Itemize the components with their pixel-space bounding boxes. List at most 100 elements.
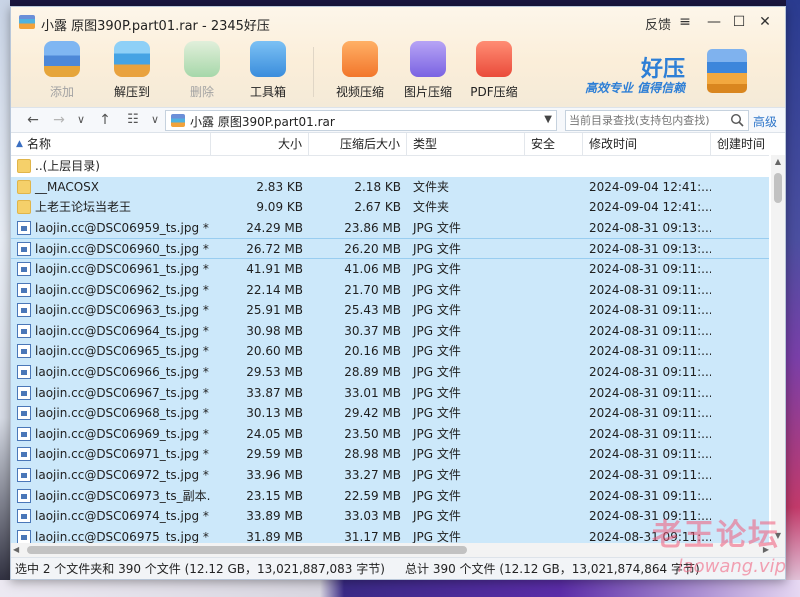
column-modified[interactable]: 修改时间 — [583, 133, 711, 156]
file-modified-time: 2024-08-31 09:13:... — [589, 220, 711, 235]
file-rows: ..(上层目录) __MACOSX 2.83 KB 2.18 KB 文件夹 2024-09… — [11, 156, 769, 557]
file-row[interactable]: laojin.cc@DSC06960_ts.jpg * 26.72 MB 26.20… — [11, 238, 769, 259]
file-size: 25.91 MB — [246, 303, 303, 318]
file-modified-time: 2024-09-04 12:41:... — [589, 179, 711, 194]
file-compressed-size: 2.18 KB — [354, 179, 401, 194]
search-input[interactable] — [569, 112, 729, 129]
total-status: 总计 390 个文件 (12.12 GB，13,021,874,864 字节) — [405, 562, 700, 576]
file-compressed-size: 30.37 MB — [344, 323, 401, 338]
file-size: 24.29 MB — [246, 220, 303, 235]
feedback-link[interactable]: 反馈 — [645, 14, 671, 33]
file-row[interactable]: laojin.cc@DSC06972_ts.jpg * 33.96 MB 33.27… — [11, 464, 769, 486]
file-row[interactable]: laojin.cc@DSC06965_ts.jpg * 20.60 MB 20.16… — [11, 341, 769, 362]
vertical-scroll-thumb[interactable] — [774, 173, 782, 203]
extract-button[interactable]: 解压到 — [101, 39, 163, 105]
vertical-scrollbar[interactable]: ▲ ▼ — [771, 155, 785, 557]
view-mode-icon[interactable]: ☷ — [123, 110, 143, 130]
maximize-icon[interactable]: ☐ — [729, 12, 749, 32]
file-row[interactable]: laojin.cc@DSC06963_ts.jpg * 25.91 MB 25.43… — [11, 300, 769, 321]
folder-row[interactable]: __MACOSX 2.83 KB 2.18 KB 文件夹 2024-09-04 12:4… — [11, 176, 769, 198]
file-name: 上老王论坛当老王 — [35, 200, 132, 215]
file-modified-time: 2024-08-31 09:11:... — [589, 467, 711, 482]
file-size: 26.72 MB — [246, 242, 303, 257]
file-modified-time: 2024-08-31 09:11:... — [589, 426, 711, 441]
recycle-icon — [184, 41, 220, 77]
file-compressed-size: 23.86 MB — [344, 220, 401, 235]
column-type[interactable]: 类型 — [407, 133, 525, 156]
file-row[interactable]: laojin.cc@DSC06973_ts_副本.... 23.15 MB 22.5… — [11, 485, 769, 507]
file-type: JPG 文件 — [413, 344, 461, 359]
forward-arrow-icon[interactable]: → — [49, 110, 69, 130]
file-row[interactable]: laojin.cc@DSC06964_ts.jpg * 30.98 MB 30.37… — [11, 320, 769, 342]
extract-icon — [114, 41, 150, 77]
file-name: laojin.cc@DSC06960_ts.jpg * — [35, 242, 209, 257]
file-type: JPG 文件 — [413, 385, 461, 400]
path-dropdown-icon[interactable]: ▼ — [544, 114, 552, 125]
back-arrow-icon[interactable]: ← — [23, 110, 43, 130]
file-type: JPG 文件 — [413, 242, 461, 257]
file-row[interactable]: laojin.cc@DSC06968_ts.jpg * 30.13 MB 29.42… — [11, 403, 769, 424]
scroll-left-icon[interactable]: ◀ — [13, 543, 19, 557]
file-row[interactable]: laojin.cc@DSC06961_ts.jpg * 41.91 MB 41.06… — [11, 258, 769, 280]
file-name: laojin.cc@DSC06971_ts.jpg * — [35, 447, 209, 462]
brand-block: 好压 高效专业 值得信赖 — [585, 51, 705, 95]
history-chevron-down-icon[interactable]: ∨ — [71, 110, 91, 130]
file-name: laojin.cc@DSC06968_ts.jpg * — [35, 406, 209, 421]
image-compress-button[interactable]: 图片压缩 — [397, 39, 459, 105]
column-name[interactable]: ▲ 名称 — [11, 133, 211, 156]
up-arrow-icon[interactable]: ↑ — [95, 110, 115, 130]
toolbar-divider — [313, 47, 314, 97]
add-button[interactable]: 添加 — [31, 39, 93, 105]
file-row[interactable]: laojin.cc@DSC06967_ts.jpg * 33.87 MB 33.01… — [11, 382, 769, 404]
file-name: laojin.cc@DSC06973_ts_副本.... — [35, 488, 211, 503]
file-row[interactable]: laojin.cc@DSC06966_ts.jpg * 29.53 MB 28.89… — [11, 361, 769, 383]
window-title: 小露 原图390P.part01.rar - 2345好压 — [41, 19, 270, 34]
column-created[interactable]: 创建时间 — [711, 133, 769, 156]
minimize-icon[interactable]: — — [704, 12, 724, 32]
file-name: laojin.cc@DSC06972_ts.jpg * — [35, 467, 209, 482]
scroll-up-icon[interactable]: ▲ — [771, 155, 785, 169]
column-security[interactable]: 安全 — [525, 133, 583, 156]
delete-button[interactable]: 删除 — [171, 39, 233, 105]
video-compress-button[interactable]: 视频压缩 — [329, 39, 391, 105]
file-row[interactable]: laojin.cc@DSC06962_ts.jpg * 22.14 MB 21.70… — [11, 279, 769, 301]
file-compressed-size: 29.42 MB — [344, 406, 401, 421]
hamburger-icon[interactable]: ≡ — [675, 12, 695, 32]
file-size: 20.60 MB — [246, 344, 303, 359]
path-field[interactable]: 小露 原图390P.part01.rar ▼ — [165, 110, 557, 131]
horizontal-scroll-thumb[interactable] — [27, 546, 467, 554]
pdf-compress-button[interactable]: PDF压缩 — [463, 39, 525, 105]
file-compressed-size: 20.16 MB — [344, 344, 401, 359]
file-row[interactable]: laojin.cc@DSC06971_ts.jpg * 29.59 MB 28.98… — [11, 444, 769, 465]
title-bar[interactable]: 小露 原图390P.part01.rar - 2345好压 反馈 ≡ — ☐ ✕ — [11, 7, 785, 37]
video-icon — [342, 41, 378, 77]
pdf-compress-label: PDF压缩 — [470, 85, 518, 99]
file-type: JPG 文件 — [413, 426, 461, 441]
file-name: __MACOSX — [35, 179, 100, 194]
file-size: 33.89 MB — [246, 509, 303, 524]
brand-slogan: 高效专业 值得信赖 — [585, 81, 686, 95]
file-compressed-size: 41.06 MB — [344, 261, 401, 276]
window-header: 小露 原图390P.part01.rar - 2345好压 反馈 ≡ — ☐ ✕… — [11, 7, 785, 107]
search-icon[interactable] — [730, 113, 744, 127]
file-row[interactable]: laojin.cc@DSC06959_ts.jpg * 24.29 MB 23.86… — [11, 217, 769, 239]
file-compressed-size: 28.98 MB — [344, 447, 401, 462]
file-row[interactable]: laojin.cc@DSC06969_ts.jpg * 24.05 MB 23.50… — [11, 423, 769, 445]
column-size[interactable]: 大小 — [211, 133, 309, 156]
file-name: laojin.cc@DSC06967_ts.jpg * — [35, 385, 209, 400]
column-name-label: 名称 — [27, 137, 52, 151]
view-chevron-down-icon[interactable]: ∨ — [145, 110, 165, 130]
file-size: 9.09 KB — [256, 200, 303, 215]
selection-status: 选中 2 个文件夹和 390 个文件 (12.12 GB，13,021,887,… — [15, 562, 385, 576]
folder-row[interactable]: ..(上层目录) — [11, 156, 769, 177]
advanced-search-link[interactable]: 高级 — [753, 113, 777, 130]
toolbox-button[interactable]: 工具箱 — [237, 39, 299, 105]
file-name: laojin.cc@DSC06965_ts.jpg * — [35, 344, 209, 359]
toolbox-label: 工具箱 — [249, 85, 286, 99]
column-compressed-size[interactable]: 压缩后大小 — [309, 133, 407, 156]
pdf-icon — [476, 41, 512, 77]
folder-row[interactable]: 上老王论坛当老王 9.09 KB 2.67 KB 文件夹 2024-09-04 12:4… — [11, 197, 769, 218]
file-modified-time: 2024-09-04 12:41:... — [589, 200, 711, 215]
close-icon[interactable]: ✕ — [755, 12, 775, 32]
file-modified-time: 2024-08-31 09:11:... — [589, 447, 711, 462]
